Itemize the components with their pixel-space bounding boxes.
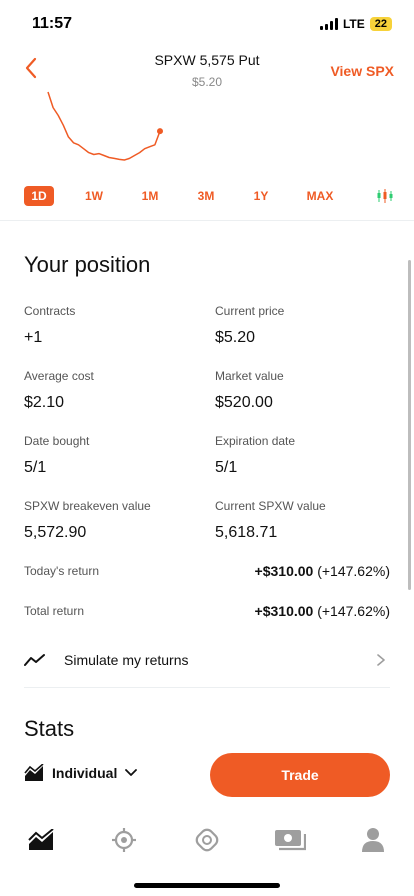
portfolio-chart-icon — [24, 764, 44, 781]
section-divider — [0, 220, 414, 221]
market-value-cell: Market value $520.00 — [215, 369, 395, 412]
chevron-right-icon — [377, 654, 385, 666]
header: SPXW 5,575 Put $5.20 View SPX — [0, 48, 414, 92]
total-return-value: +$310.00 (+147.62%) — [255, 603, 390, 619]
price-chart — [47, 91, 163, 161]
market-value-value: $520.00 — [215, 394, 273, 411]
expiration-date-cell: Expiration date 5/1 — [215, 434, 395, 477]
network-label: LTE — [342, 17, 365, 31]
account-selector[interactable]: Individual — [24, 764, 138, 782]
options-network-icon — [195, 828, 219, 852]
crypto-icon — [112, 828, 137, 852]
status-bar: 11:57 LTE 22 — [0, 0, 414, 48]
line-chart-icon — [24, 654, 45, 666]
total-return-percent: (+147.62%) — [317, 603, 390, 619]
tab-account[interactable] — [331, 822, 414, 858]
current-price-cell: Current price $5.20 — [215, 304, 395, 347]
status-indicators: LTE 22 — [319, 17, 392, 31]
tab-crypto[interactable] — [83, 822, 166, 858]
simulate-returns-label: Simulate my returns — [64, 652, 189, 668]
total-return-label: Total return — [24, 604, 85, 618]
current-price-value: $5.20 — [215, 329, 256, 346]
range-1y[interactable]: 1Y — [250, 186, 272, 206]
current-price-label: Current price — [215, 304, 285, 318]
tab-network[interactable] — [166, 822, 249, 858]
todays-return-percent: (+147.62%) — [317, 563, 390, 579]
contracts-label: Contracts — [24, 304, 76, 318]
average-cost-label: Average cost — [24, 369, 94, 383]
expiration-date-value: 5/1 — [215, 459, 238, 476]
scrollbar[interactable] — [408, 260, 411, 590]
total-return-row: Total return +$310.00 (+147.62%) — [24, 603, 390, 619]
price-endpoint-dot — [157, 128, 163, 135]
price-line — [47, 91, 161, 161]
average-cost-value: $2.10 — [24, 394, 65, 411]
simulate-returns-row[interactable]: Simulate my returns — [24, 648, 390, 672]
tab-cash[interactable] — [248, 822, 331, 858]
tab-investing[interactable] — [0, 822, 83, 858]
range-1d[interactable]: 1D — [24, 186, 54, 206]
current-spxw-value: 5,618.71 — [215, 524, 278, 541]
candlestick-icon[interactable] — [376, 188, 394, 204]
range-max[interactable]: MAX — [304, 186, 336, 206]
todays-return-label: Today's return — [24, 564, 99, 578]
breakeven-cell: SPXW breakeven value 5,572.90 — [24, 499, 204, 542]
todays-return-value: +$310.00 (+147.62%) — [255, 563, 390, 579]
breakeven-value: 5,572.90 — [24, 524, 87, 541]
position-heading: Your position — [24, 252, 151, 277]
market-value-label: Market value — [215, 369, 284, 383]
current-spxw-cell: Current SPXW value 5,618.71 — [215, 499, 395, 542]
cash-icon — [274, 830, 306, 851]
range-1w[interactable]: 1W — [82, 186, 106, 206]
account-icon — [361, 828, 384, 852]
contracts-value: +1 — [24, 329, 43, 346]
stats-heading: Stats — [24, 716, 75, 741]
todays-return-amount: +$310.00 — [254, 563, 314, 579]
account-label: Individual — [52, 765, 118, 781]
total-return-amount: +$310.00 — [254, 603, 314, 619]
range-3m[interactable]: 3M — [194, 186, 218, 206]
todays-return-row: Today's return +$310.00 (+147.62%) — [24, 563, 390, 579]
range-1m[interactable]: 1M — [138, 186, 162, 206]
average-cost-cell: Average cost $2.10 — [24, 369, 204, 412]
investing-icon — [28, 829, 55, 850]
battery-indicator: 22 — [369, 17, 392, 31]
current-spxw-label: Current SPXW value — [215, 499, 326, 513]
date-bought-label: Date bought — [24, 434, 90, 448]
date-bought-cell: Date bought 5/1 — [24, 434, 204, 477]
date-bought-value: 5/1 — [24, 459, 47, 476]
time-range-selector: 1D 1W 1M 3M 1Y MAX — [24, 186, 394, 206]
status-time: 11:57 — [32, 15, 73, 32]
expiration-date-label: Expiration date — [215, 434, 296, 448]
breakeven-label: SPXW breakeven value — [24, 499, 151, 513]
row-divider — [24, 687, 390, 688]
contracts-cell: Contracts +1 — [24, 304, 204, 347]
bottom-tab-bar — [0, 822, 414, 858]
signal-icon — [319, 18, 338, 30]
view-underlying-link[interactable]: View SPX — [330, 63, 394, 79]
home-indicator[interactable] — [134, 883, 280, 888]
trade-button[interactable]: Trade — [210, 753, 390, 797]
chevron-down-icon — [125, 769, 138, 776]
